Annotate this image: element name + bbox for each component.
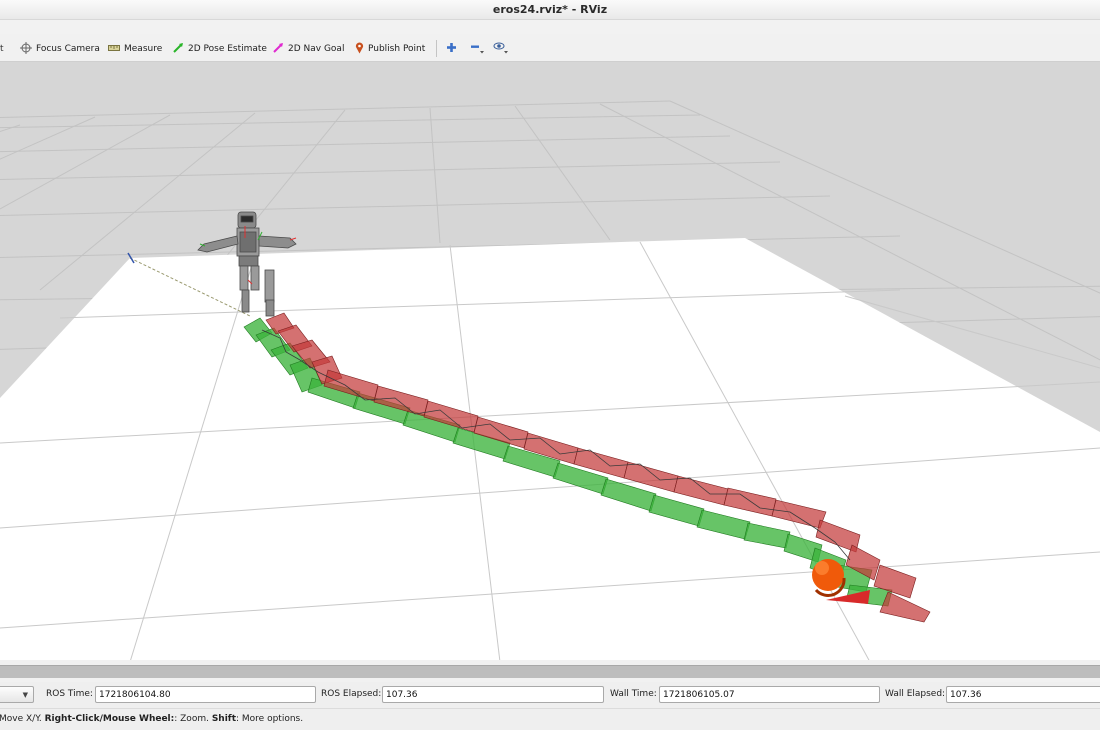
focus-camera-icon [20, 41, 32, 57]
status-text-right-click: Right-Click/Mouse Wheel: [44, 714, 175, 724]
publish-point-button[interactable]: Publish Point [355, 41, 425, 57]
chevron-down-icon: ▼ [22, 691, 28, 699]
status-text-zoom: : Zoom. [174, 714, 212, 724]
ruler-icon [108, 44, 120, 55]
measure-button[interactable]: Measure [108, 41, 162, 57]
ros-time-field[interactable]: 1721806104.80 [95, 686, 316, 703]
map-pin-icon [355, 42, 364, 57]
time-panel: ▼ ROS Time: 1721806104.80 ROS Elapsed: 1… [0, 682, 1100, 708]
status-text-shift: Shift [211, 714, 237, 724]
wall-elapsed-field[interactable]: 107.36 [946, 686, 1100, 703]
focus-camera-label: Focus Camera [36, 44, 100, 54]
goal-sphere-highlight [815, 561, 829, 575]
3d-scene [0, 100, 1100, 660]
wall-time-field[interactable]: 1721806105.07 [659, 686, 880, 703]
toolbar-separator [436, 40, 437, 57]
plus-icon [446, 42, 457, 56]
status-text-move: Move X/Y. [0, 714, 45, 724]
add-tool-button[interactable] [446, 41, 457, 57]
remove-tool-button[interactable] [470, 41, 484, 57]
green-arrow-icon [173, 42, 184, 56]
wall-time-label: Wall Time: [610, 689, 657, 699]
tool-truncated-edge[interactable]: t [0, 41, 4, 57]
ros-elapsed-label: ROS Elapsed: [321, 689, 382, 699]
3d-render-viewport[interactable] [0, 62, 1100, 660]
2d-pose-estimate-button[interactable]: 2D Pose Estimate [173, 41, 267, 57]
menu-strip [0, 20, 1100, 34]
status-hint-text: Move X/Y. Right-Click/Mouse Wheel:: Zoom… [0, 714, 303, 724]
visibility-menu-button[interactable] [493, 41, 509, 57]
time-mode-dropdown[interactable]: ▼ [0, 686, 34, 703]
status-bar: Move X/Y. Right-Click/Mouse Wheel:: Zoom… [0, 708, 1100, 730]
ros-elapsed-field[interactable]: 107.36 [382, 686, 604, 703]
wall-elapsed-label: Wall Elapsed: [885, 689, 946, 699]
eye-icon [493, 41, 509, 57]
scrollbar-track[interactable] [0, 665, 1100, 678]
publish-point-label: Publish Point [368, 44, 426, 54]
2d-nav-goal-button[interactable]: 2D Nav Goal [273, 41, 344, 57]
status-text-more: : More options. [236, 714, 304, 724]
minus-icon [470, 41, 484, 57]
horizontal-scrollbar[interactable] [0, 660, 1100, 682]
2d-nav-goal-label: 2D Nav Goal [288, 44, 345, 54]
focus-camera-button[interactable]: Focus Camera [20, 41, 100, 57]
title-bar: eros24.rviz* - RViz [0, 0, 1100, 20]
window-title: eros24.rviz* - RViz [492, 3, 608, 16]
2d-pose-estimate-label: 2D Pose Estimate [188, 44, 267, 54]
ros-time-label: ROS Time: [46, 689, 93, 699]
magenta-arrow-icon [273, 42, 284, 56]
measure-label: Measure [124, 44, 163, 54]
toolbar: t Focus Camera Measure 2D Pose Estimate … [0, 34, 1100, 62]
